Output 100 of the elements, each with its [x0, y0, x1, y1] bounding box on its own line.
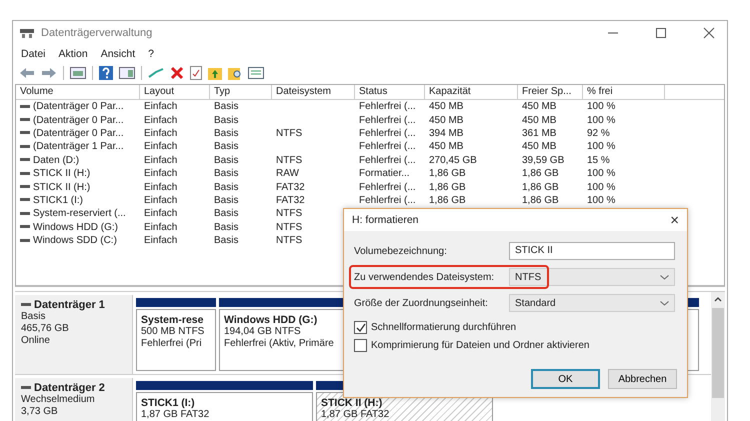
table-cell: Formatier...	[359, 168, 410, 180]
table-cell: 39,59 GB	[522, 154, 564, 166]
partition-info: Fehlerfrei (Aktiv, Primäre	[224, 338, 334, 350]
table-cell: Fehlerfrei (...	[359, 194, 416, 206]
table-cell: Einfach	[144, 194, 178, 206]
column-header[interactable]: Freier Sp...	[518, 85, 583, 99]
table-cell: RAW	[276, 168, 299, 180]
table-cell: Einfach	[144, 182, 178, 193]
table-cell: 100 %	[587, 101, 616, 112]
table-cell: (Datenträger 0 Par...	[33, 128, 124, 139]
disk-management-icon	[19, 27, 35, 39]
table-cell: 15 %	[587, 154, 610, 166]
help-icon[interactable]	[99, 66, 113, 80]
partition-name: Windows HDD (G:)	[224, 314, 318, 326]
table-cell: Basis	[214, 101, 238, 112]
table-cell: STICK1 (I:)	[33, 194, 84, 206]
table-cell: 450 MB	[522, 141, 556, 152]
table-cell: Einfach	[144, 235, 178, 246]
dialog-button[interactable]: Abbrechen	[608, 369, 677, 389]
table-cell: 1,86 GB	[522, 168, 559, 180]
table-cell: Windows SDD (C:)	[33, 235, 117, 246]
field-label: Größe der Zuordnungseinheit:	[354, 298, 489, 308]
table-cell: NTFS	[276, 154, 302, 166]
table-cell: Einfach	[144, 128, 178, 139]
table-cell: Fehlerfrei (...	[359, 154, 416, 166]
back-arrow-icon[interactable]	[19, 67, 35, 79]
checkbox[interactable]	[354, 339, 367, 352]
checkbox-label: Schnellformatierung durchführen	[371, 322, 516, 333]
field-label: Zu verwendendes Dateisystem:	[354, 272, 496, 282]
forward-arrow-icon[interactable]	[41, 67, 57, 79]
table-cell: (Datenträger 0 Par...	[33, 114, 124, 126]
table-cell: Fehlerfrei (...	[359, 101, 416, 112]
partition-name: System-rese	[141, 314, 204, 326]
table-cell: (Datenträger 0 Par...	[33, 101, 124, 112]
table-cell: Basis	[214, 128, 238, 139]
disk-name: Datenträger 1	[34, 299, 105, 311]
table-cell: Basis	[214, 141, 238, 152]
column-header[interactable]: Kapazität	[425, 85, 518, 99]
table-cell: Fehlerfrei (...	[359, 114, 416, 126]
table-cell: NTFS	[276, 235, 302, 246]
maximize-icon[interactable]	[655, 27, 667, 39]
column-header[interactable]: % frei	[583, 85, 665, 99]
table-cell: 270,45 GB	[429, 154, 477, 166]
table-cell: Windows HDD (G:)	[33, 222, 118, 233]
disk-info: 3,73 GB	[21, 406, 59, 418]
partition-info: Fehlerfrei (Pri	[141, 338, 202, 350]
table-cell: Basis	[214, 114, 238, 126]
menu-item[interactable]: Aktion	[58, 48, 88, 60]
dropdown[interactable]: NTFS	[509, 268, 675, 286]
menu-item[interactable]: Ansicht	[100, 48, 136, 60]
table-cell: Basis	[214, 182, 238, 193]
properties-icon[interactable]	[248, 67, 264, 79]
menu-item[interactable]: Datei	[21, 48, 46, 60]
partition-info: 1,87 GB FAT32	[321, 409, 390, 421]
table-cell: Daten (D:)	[33, 154, 80, 166]
panel-icon[interactable]	[119, 67, 135, 79]
column-header[interactable]: Volume	[16, 85, 140, 99]
disk-info: 465,76 GB	[21, 323, 70, 335]
window-title: Datenträgerverwaltung	[41, 27, 152, 39]
table-cell: Basis	[214, 194, 238, 206]
table-cell: 100 %	[587, 114, 616, 126]
dropdown[interactable]: Standard	[509, 294, 675, 312]
table-cell: 100 %	[587, 141, 616, 152]
partition-block[interactable]: System-rese 500 MB NTFS Fehlerfrei (Pri	[136, 309, 216, 371]
table-cell: 100 %	[587, 182, 616, 193]
checkbox[interactable]	[354, 321, 367, 334]
close-button[interactable]: ×	[670, 212, 679, 228]
table-cell: System-reserviert (...	[33, 208, 126, 220]
table-cell: 394 MB	[429, 128, 464, 139]
table-cell: FAT32	[276, 182, 305, 193]
chevron-icon	[660, 300, 669, 306]
table-cell: 361 MB	[522, 128, 556, 139]
table-cell: 100 %	[587, 194, 616, 206]
partition-info: 194,04 GB NTFS	[224, 326, 301, 338]
connect-icon[interactable]	[148, 67, 164, 79]
checklist-icon[interactable]	[190, 66, 202, 80]
scroll-up-icon[interactable]	[714, 296, 722, 302]
table-cell: 450 MB	[429, 141, 464, 152]
table-cell: Fehlerfrei (...	[359, 182, 416, 193]
table-cell: FAT32	[276, 194, 305, 206]
console-icon[interactable]	[70, 67, 86, 79]
delete-icon[interactable]	[170, 66, 184, 80]
column-header[interactable]: Status	[355, 85, 425, 99]
table-cell: (Datenträger 1 Par...	[33, 141, 124, 152]
scrollbar[interactable]	[711, 292, 725, 421]
folder-search-icon[interactable]	[228, 66, 242, 80]
table-cell: 1,86 GB	[429, 182, 466, 193]
menu-item[interactable]: ?	[148, 48, 154, 60]
disk-info: Online	[21, 335, 51, 347]
chevron-icon	[660, 274, 669, 280]
table-cell: 1,86 GB	[522, 182, 559, 193]
column-header[interactable]: Typ	[210, 85, 272, 99]
input-field[interactable]: STICK II	[509, 242, 675, 260]
close-icon[interactable]	[703, 27, 715, 39]
dialog-button[interactable]: OK	[531, 369, 600, 389]
partition-block[interactable]: STICK1 (I:) 1,87 GB FAT32	[136, 392, 313, 421]
partition-info: 1,87 GB FAT32	[141, 409, 210, 421]
column-header[interactable]: Dateisystem	[272, 85, 355, 99]
folder-up-icon[interactable]	[208, 66, 222, 80]
column-header[interactable]: Layout	[140, 85, 210, 99]
